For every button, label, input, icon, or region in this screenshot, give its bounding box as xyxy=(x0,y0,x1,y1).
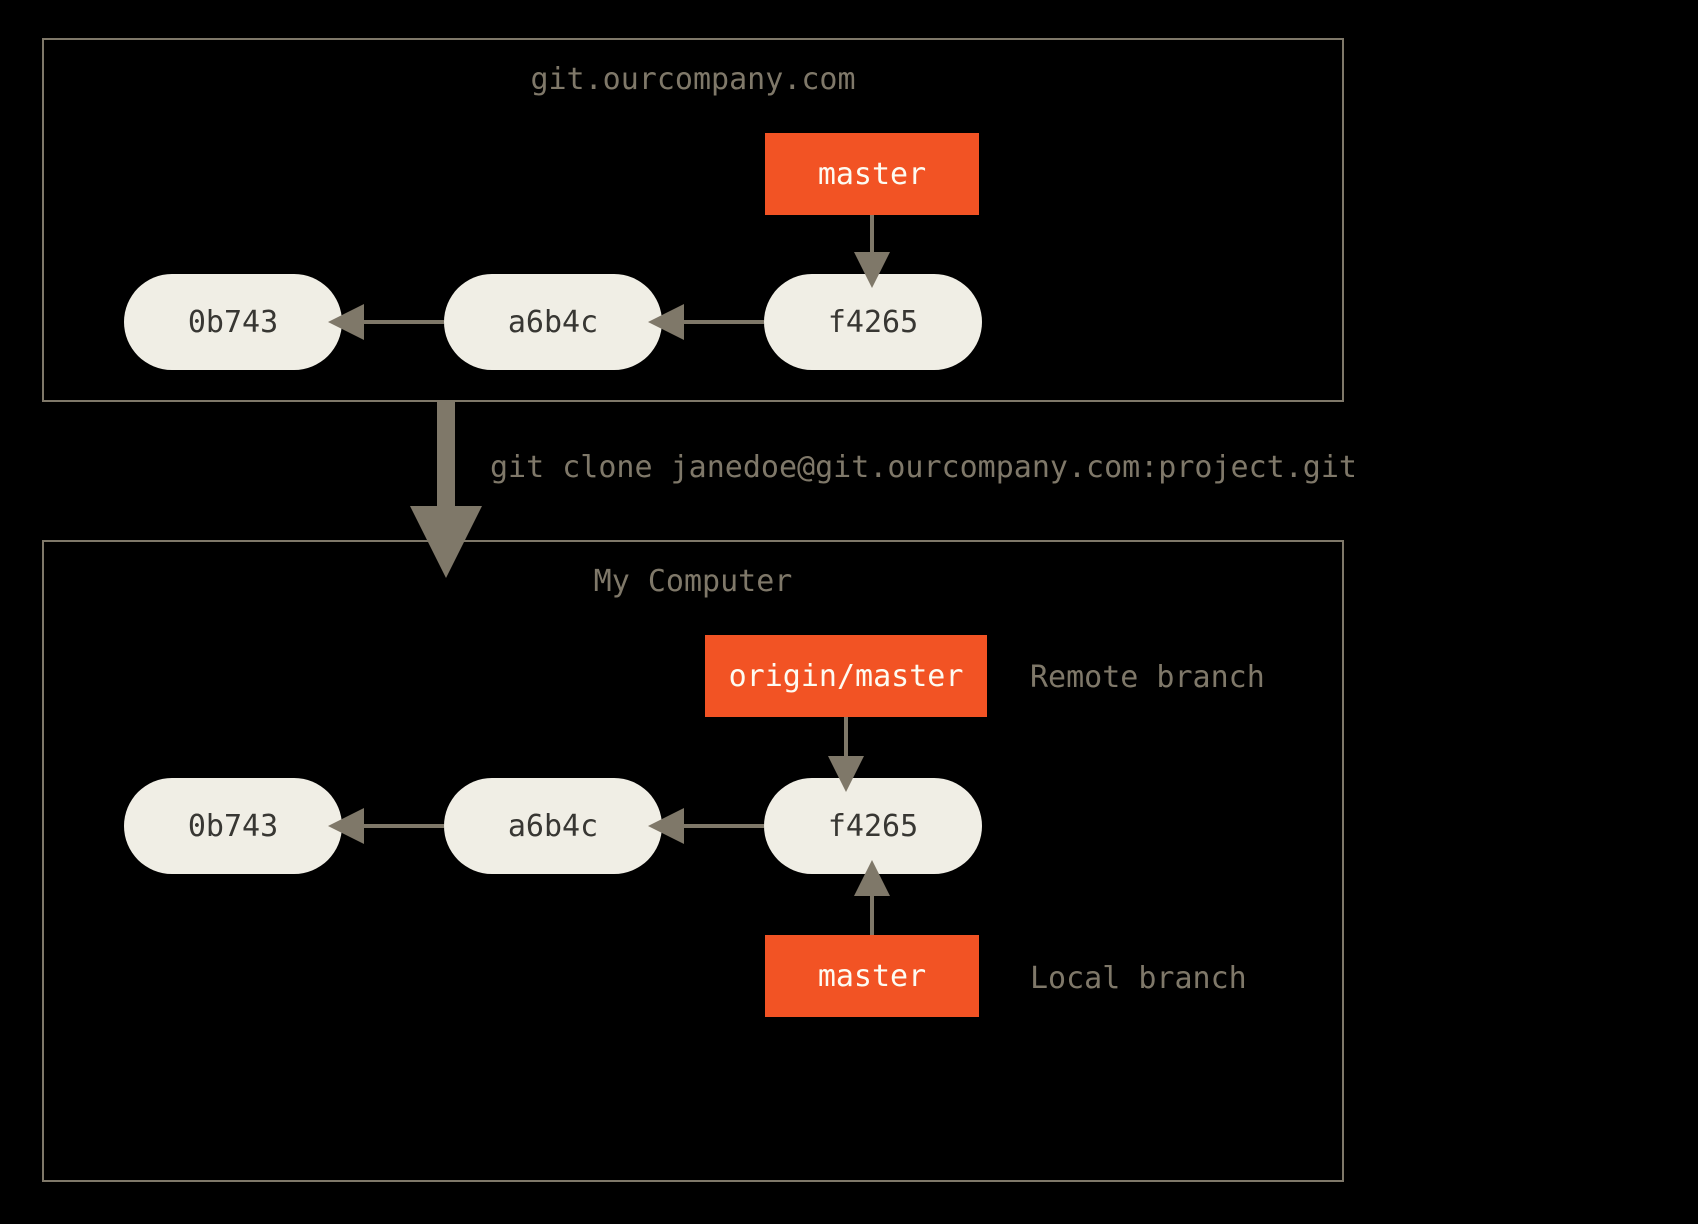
branch-master-local: master xyxy=(765,935,979,1017)
commit-hash: a6b4c xyxy=(508,809,598,844)
diagram-canvas: git.ourcompany.com master 0b743 a6b4c f4… xyxy=(0,0,1698,1224)
commit-hash: f4265 xyxy=(828,305,918,340)
commit-hash: f4265 xyxy=(828,809,918,844)
remote-branch-note: Remote branch xyxy=(1030,660,1265,695)
server-title: git.ourcompany.com xyxy=(44,62,1342,97)
commit-node: f4265 xyxy=(764,274,982,370)
commit-node: a6b4c xyxy=(444,778,662,874)
branch-origin-master: origin/master xyxy=(705,635,987,717)
branch-label: master xyxy=(818,157,926,192)
commit-node: 0b743 xyxy=(124,274,342,370)
commit-node: a6b4c xyxy=(444,274,662,370)
commit-node: f4265 xyxy=(764,778,982,874)
commit-node: 0b743 xyxy=(124,778,342,874)
local-title: My Computer xyxy=(44,564,1342,599)
clone-command: git clone janedoe@git.ourcompany.com:pro… xyxy=(490,450,1357,485)
commit-hash: a6b4c xyxy=(508,305,598,340)
local-branch-note: Local branch xyxy=(1030,961,1247,996)
branch-label: origin/master xyxy=(729,659,964,694)
commit-hash: 0b743 xyxy=(188,305,278,340)
branch-master-server: master xyxy=(765,133,979,215)
branch-label: master xyxy=(818,959,926,994)
commit-hash: 0b743 xyxy=(188,809,278,844)
